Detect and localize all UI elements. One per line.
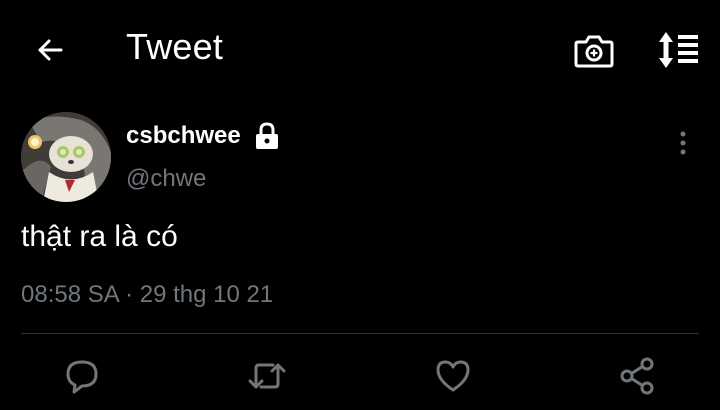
lock-icon: [254, 122, 280, 150]
sort-icon: [659, 32, 698, 68]
divider: [21, 333, 699, 334]
tweet-date: 29 thg 10 21: [139, 281, 274, 308]
avatar[interactable]: [21, 112, 111, 202]
top-bar: Tweet: [0, 0, 720, 96]
like-icon: [436, 360, 470, 392]
retweet-button[interactable]: [247, 356, 287, 396]
more-options-button[interactable]: [668, 126, 698, 160]
sort-button[interactable]: [652, 28, 700, 72]
reply-button[interactable]: [62, 356, 102, 396]
camera-button[interactable]: [572, 30, 616, 70]
tweet-text: thật ra là có: [21, 220, 178, 253]
like-button[interactable]: [433, 356, 473, 396]
retweet-icon: [248, 363, 286, 389]
share-icon: [620, 357, 654, 395]
more-vertical-icon: [680, 131, 686, 155]
back-button[interactable]: [30, 30, 70, 70]
avatar-image: [21, 112, 111, 202]
meta-separator: ·: [118, 281, 140, 308]
display-name[interactable]: csbchwee: [126, 122, 241, 150]
share-button[interactable]: [618, 356, 658, 396]
tweet-meta: 08:58 SA · 29 thg 10 21: [21, 281, 273, 309]
camera-icon: [574, 35, 614, 68]
arrow-left-icon: [38, 39, 63, 61]
page-title: Tweet: [126, 26, 224, 67]
tweet-time: 08:58 SA: [21, 281, 119, 308]
reply-icon: [66, 360, 98, 394]
user-handle[interactable]: @chwe: [126, 165, 206, 193]
